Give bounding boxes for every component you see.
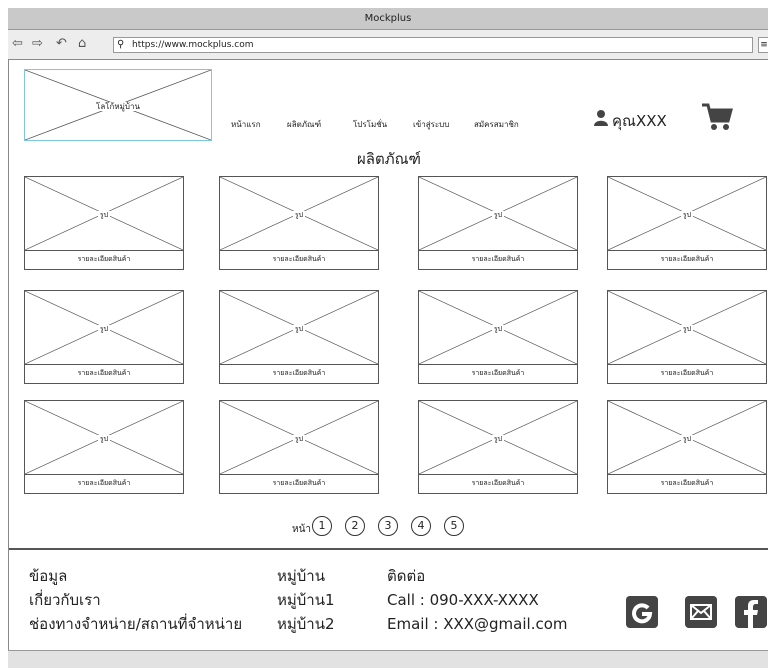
footer-village-heading: หมู่บ้าน <box>277 567 325 585</box>
nav-products[interactable]: ผลิตภัณฑ์ <box>287 118 321 131</box>
search-icon: ⚲ <box>117 39 125 50</box>
product-card[interactable]: รูปรายละเอียดสินค้า <box>24 176 184 270</box>
status-bar <box>8 650 768 668</box>
product-description: รายละเอียดสินค้า <box>419 474 577 494</box>
footer-contact: ติดต่อ Call : 090-XXX-XXXX Email : XXX@g… <box>387 564 568 636</box>
image-label: รูป <box>292 325 306 333</box>
home-icon[interactable]: ⌂ <box>78 36 86 51</box>
product-description: รายละเอียดสินค้า <box>220 474 378 494</box>
product-description: รายละเอียดสินค้า <box>419 250 577 270</box>
url-field[interactable]: ⚲ https://www.mockplus.com <box>113 37 753 53</box>
image-label: รูป <box>491 325 505 333</box>
url-text: https://www.mockplus.com <box>132 40 254 50</box>
footer-contact-heading: ติดต่อ <box>387 567 426 585</box>
window-title: Mockplus <box>364 13 412 24</box>
product-card[interactable]: รูปรายละเอียดสินค้า <box>219 400 379 494</box>
footer-email: Email : XXX@gmail.com <box>387 615 568 633</box>
facebook-icon[interactable] <box>735 596 767 628</box>
nav-register[interactable]: สมัครสมาชิก <box>474 118 519 131</box>
user-name[interactable]: คุณXXX <box>612 109 667 133</box>
image-label: รูป <box>680 211 694 219</box>
product-description: รายละเอียดสินค้า <box>220 250 378 270</box>
cart-icon[interactable] <box>701 102 733 132</box>
back-icon[interactable]: ⇦ <box>12 36 23 51</box>
footer-about-link[interactable]: เกี่ยวกับเรา <box>29 588 242 612</box>
product-description: รายละเอียดสินค้า <box>25 364 183 384</box>
page-3-button[interactable]: 3 <box>378 516 398 536</box>
image-label: รูป <box>680 325 694 333</box>
product-card[interactable]: รูปรายละเอียดสินค้า <box>219 290 379 384</box>
image-label: รูป <box>292 211 306 219</box>
image-label: รูป <box>491 211 505 219</box>
logo-text: โลโก้หมู่บ้าน <box>94 102 142 111</box>
forward-icon[interactable]: ⇨ <box>32 36 43 51</box>
product-description: รายละเอียดสินค้า <box>220 364 378 384</box>
page-frame: โลโก้หมู่บ้าน หน้าแรก ผลิตภัณฑ์ โปรโมชั่… <box>8 60 768 650</box>
google-icon[interactable] <box>626 596 658 628</box>
pagination-label: หน้า <box>292 524 312 535</box>
window-titlebar: Mockplus <box>8 8 768 30</box>
product-card[interactable]: รูปรายละเอียดสินค้า <box>24 290 184 384</box>
product-description: รายละเอียดสินค้า <box>608 364 766 384</box>
product-card[interactable]: รูปรายละเอียดสินค้า <box>607 400 767 494</box>
product-description: รายละเอียดสินค้า <box>25 250 183 270</box>
address-bar: ⇦ ⇨ ↶ ⌂ ⚲ https://www.mockplus.com ≡ <box>8 30 768 60</box>
product-description: รายละเอียดสินค้า <box>25 474 183 494</box>
product-description: รายละเอียดสินค้า <box>608 474 766 494</box>
image-label: รูป <box>292 435 306 443</box>
page-5-button[interactable]: 5 <box>444 516 464 536</box>
product-card[interactable]: รูปรายละเอียดสินค้า <box>418 290 578 384</box>
image-label: รูป <box>97 325 111 333</box>
mail-icon[interactable] <box>685 596 717 628</box>
product-card[interactable]: รูปรายละเอียดสินค้า <box>418 176 578 270</box>
footer-village-2-link[interactable]: หมู่บ้าน2 <box>277 612 335 636</box>
section-title: ผลิตภัณฑ์ <box>357 150 421 168</box>
footer-info-heading: ข้อมูล <box>29 567 68 585</box>
product-card[interactable]: รูปรายละเอียดสินค้า <box>607 290 767 384</box>
reload-icon[interactable]: ↶ <box>56 36 67 51</box>
product-description: รายละเอียดสินค้า <box>608 250 766 270</box>
image-label: รูป <box>97 435 111 443</box>
product-card[interactable]: รูปรายละเอียดสินค้า <box>24 400 184 494</box>
product-card[interactable]: รูปรายละเอียดสินค้า <box>418 400 578 494</box>
menu-icon[interactable]: ≡ <box>758 37 768 53</box>
logo-placeholder[interactable]: โลโก้หมู่บ้าน <box>24 69 212 141</box>
page-1-button[interactable]: 1 <box>312 516 332 536</box>
footer-channels-link[interactable]: ช่องทางจำหน่าย/สถานที่จำหน่าย <box>29 612 242 636</box>
image-label: รูป <box>491 435 505 443</box>
user-icon[interactable] <box>594 110 608 126</box>
product-card[interactable]: รูปรายละเอียดสินค้า <box>607 176 767 270</box>
footer-village: หมู่บ้าน หมู่บ้าน1 หมู่บ้าน2 <box>277 564 335 636</box>
footer-village-1-link[interactable]: หมู่บ้าน1 <box>277 588 335 612</box>
nav-promotions[interactable]: โปรโมชั่น <box>353 118 387 131</box>
image-label: รูป <box>97 211 111 219</box>
page-4-button[interactable]: 4 <box>411 516 431 536</box>
product-description: รายละเอียดสินค้า <box>419 364 577 384</box>
product-card[interactable]: รูปรายละเอียดสินค้า <box>219 176 379 270</box>
page-2-button[interactable]: 2 <box>345 516 365 536</box>
nav-login[interactable]: เข้าสู่ระบบ <box>413 118 449 131</box>
nav-home[interactable]: หน้าแรก <box>231 118 261 131</box>
footer-phone: Call : 090-XXX-XXXX <box>387 591 539 609</box>
image-label: รูป <box>680 435 694 443</box>
footer-info: ข้อมูล เกี่ยวกับเรา ช่องทางจำหน่าย/สถานท… <box>29 564 242 636</box>
